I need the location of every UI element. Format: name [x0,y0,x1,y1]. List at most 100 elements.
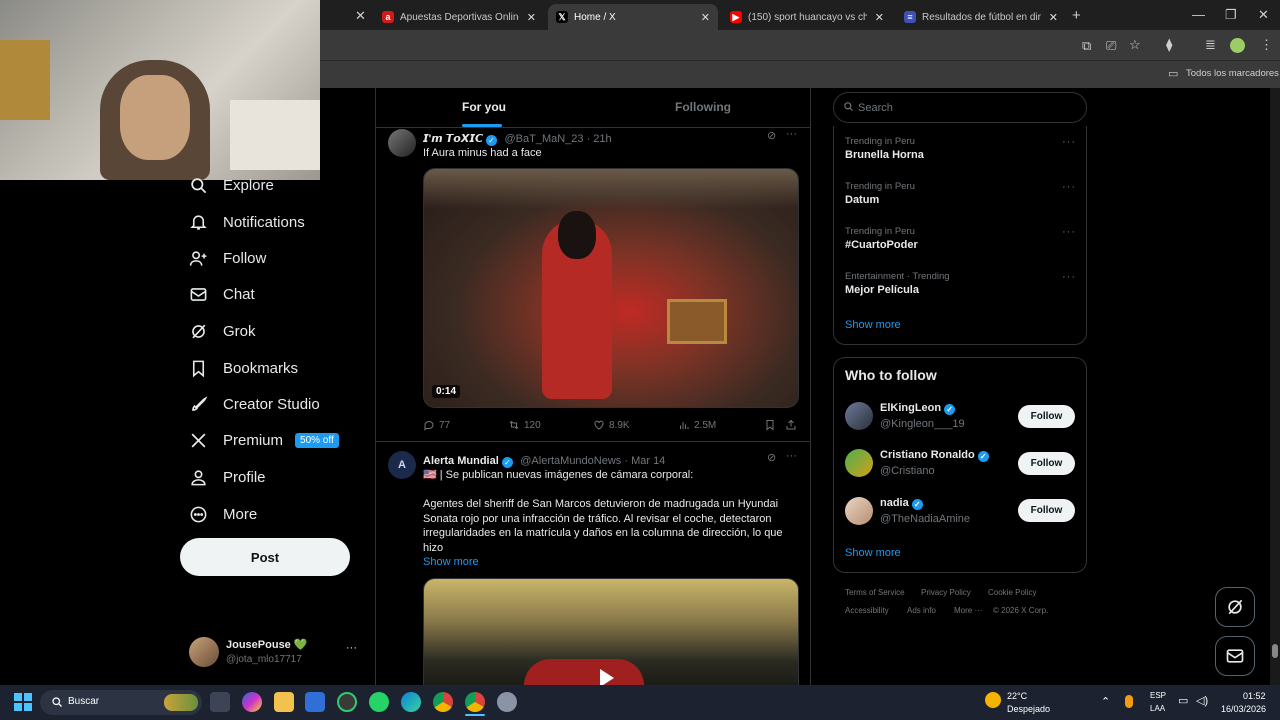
cookie-link[interactable]: Cookie Policy [988,588,1036,597]
minimize-icon[interactable]: — [1192,7,1205,22]
accessibility-link[interactable]: Accessibility [845,606,889,615]
close-tab-icon[interactable]: ✕ [527,11,536,24]
views-button[interactable]: 2.5M [678,419,716,431]
tab-resultados[interactable]: ≡ Resultados de fútbol en directo ✕ [896,4,1066,30]
close-tab-icon[interactable]: ✕ [701,11,710,24]
nav-explore[interactable]: Explore [188,170,274,200]
translate-icon[interactable]: ⧉ [1082,38,1091,54]
nav-creator-studio[interactable]: Creator Studio [188,389,320,419]
grok-floating-button[interactable] [1215,587,1255,627]
chevron-up-icon[interactable]: ⌃ [1101,695,1110,708]
nav-grok[interactable]: Grok [188,316,256,346]
post-button[interactable]: Post [180,538,350,576]
video-player[interactable] [423,578,799,685]
more-dots-icon[interactable]: ··· [1062,226,1076,238]
close-tab-icon[interactable]: ✕ [875,11,884,24]
repost-button[interactable]: 120 [508,419,541,431]
author-handle[interactable]: @BaT_MaN_23 · 21h [504,133,611,145]
post[interactable]: 𝙄'𝙢 𝙏𝙤𝙓𝙄𝘾 ✓ @BaT_MaN_23 · 21h ⊘ ··· If Au… [376,128,810,442]
search-input[interactable]: Search [833,92,1087,123]
windows-start-icon[interactable] [14,693,32,711]
weather-desc[interactable]: Despejado [1007,704,1050,714]
clock-date[interactable]: 16/03/2026 [1221,704,1266,714]
trends-show-more-link[interactable]: Show more [845,319,901,331]
avatar[interactable]: A [388,451,416,479]
keyboard-layout-indicator[interactable]: LAA [1150,704,1165,713]
ads-info-link[interactable]: Ads info [907,606,936,615]
chrome-icon[interactable] [433,692,453,712]
task-view-icon[interactable] [210,692,230,712]
close-tab-icon[interactable]: ✕ [355,8,366,24]
whatsapp-icon[interactable] [369,692,389,712]
cast-icon[interactable]: ⎚ [1106,38,1116,54]
copilot-icon[interactable] [242,692,262,712]
app-icon[interactable] [337,692,357,712]
avatar[interactable] [388,129,416,157]
author-name[interactable]: Alerta Mundial [423,455,499,467]
tab-home-x[interactable]: 𝕏 Home / X ✕ [548,4,718,30]
nav-chat[interactable]: Chat [188,279,255,309]
follow-button[interactable]: Follow [1018,405,1075,428]
share-button[interactable] [785,419,801,431]
tab-youtube[interactable]: ▶ (150) sport huancayo vs chanka ✕ [722,4,892,30]
all-bookmarks-link[interactable]: Todos los marcadores [1186,68,1279,79]
more-dots-icon[interactable]: ··· [1062,271,1076,283]
tab-for-you[interactable]: For you [462,88,506,128]
close-tab-icon[interactable]: ✕ [1049,11,1058,24]
tab-following[interactable]: Following [675,88,731,128]
terms-link[interactable]: Terms of Service [845,588,905,597]
weather-temp[interactable]: 22°C [1007,691,1027,701]
avatar[interactable] [845,449,873,477]
microphone-icon[interactable] [1125,695,1133,708]
follow-button[interactable]: Follow [1018,452,1075,475]
media-icon[interactable]: ≣ [1205,37,1216,53]
tab-apuestas[interactable]: a Apuestas Deportivas Online | A ✕ [374,4,544,30]
settings-gear-icon[interactable] [497,692,517,712]
nav-follow[interactable]: Follow [188,243,266,273]
avatar[interactable] [845,497,873,525]
play-icon[interactable] [600,669,614,685]
edge-icon[interactable] [401,692,421,712]
clock-time[interactable]: 01:52 [1243,691,1266,701]
language-indicator[interactable]: ESP [1150,691,1166,700]
like-button[interactable]: 8.9K [593,419,630,431]
author-name[interactable]: 𝙄'𝙢 𝙏𝙤𝙓𝙄𝘾 [423,133,483,145]
bookmark-button[interactable] [764,419,780,431]
scrollbar[interactable] [1270,88,1280,685]
footer-more-link[interactable]: More ··· [954,606,982,615]
nav-more[interactable]: More [188,499,257,529]
who-to-follow-show-more-link[interactable]: Show more [845,547,901,559]
suggestion-name[interactable]: Cristiano Ronaldo ✓ [880,449,992,462]
scrollbar-thumb[interactable] [1272,644,1278,658]
more-dots-icon[interactable]: ··· [1062,181,1076,193]
nav-bookmarks[interactable]: Bookmarks [188,353,298,383]
grok-icon[interactable]: ⊘ [767,451,776,464]
avatar[interactable] [845,402,873,430]
nav-premium[interactable]: Premium 50% off [188,425,339,455]
more-dots-icon[interactable]: ··· [346,642,357,654]
trend-item[interactable]: Mejor Película [845,284,919,296]
follow-button[interactable]: Follow [1018,499,1075,522]
video-player[interactable]: 0:14 [423,168,799,408]
grok-icon[interactable]: ⊘ [767,129,776,142]
post[interactable]: A Alerta Mundial ✓ @AlertaMundoNews · Mar… [376,443,810,685]
file-explorer-icon[interactable] [274,692,294,712]
nav-notifications[interactable]: Notifications [188,207,305,237]
kebab-menu-icon[interactable]: ⋮ [1260,37,1273,53]
store-icon[interactable] [305,692,325,712]
volume-icon[interactable]: ◁) [1196,694,1208,707]
messages-floating-button[interactable] [1215,636,1255,676]
new-tab-icon[interactable]: + [1072,7,1081,24]
nav-profile[interactable]: Profile [188,462,266,492]
more-dots-icon[interactable]: ··· [1062,136,1076,148]
suggestion-name[interactable]: ElKingLeon ✓ [880,402,958,415]
chrome-active-icon[interactable] [465,692,485,712]
author-handle[interactable]: @AlertaMundoNews · Mar 14 [520,455,665,467]
trend-item[interactable]: Brunella Horna [845,149,924,161]
profile-avatar-icon[interactable] [1230,38,1245,53]
maximize-icon[interactable]: ❐ [1225,7,1237,23]
trend-item[interactable]: #CuartoPoder [845,239,918,251]
more-dots-icon[interactable]: ··· [786,450,797,462]
more-dots-icon[interactable]: ··· [786,128,797,140]
show-more-link[interactable]: Show more [423,556,479,568]
